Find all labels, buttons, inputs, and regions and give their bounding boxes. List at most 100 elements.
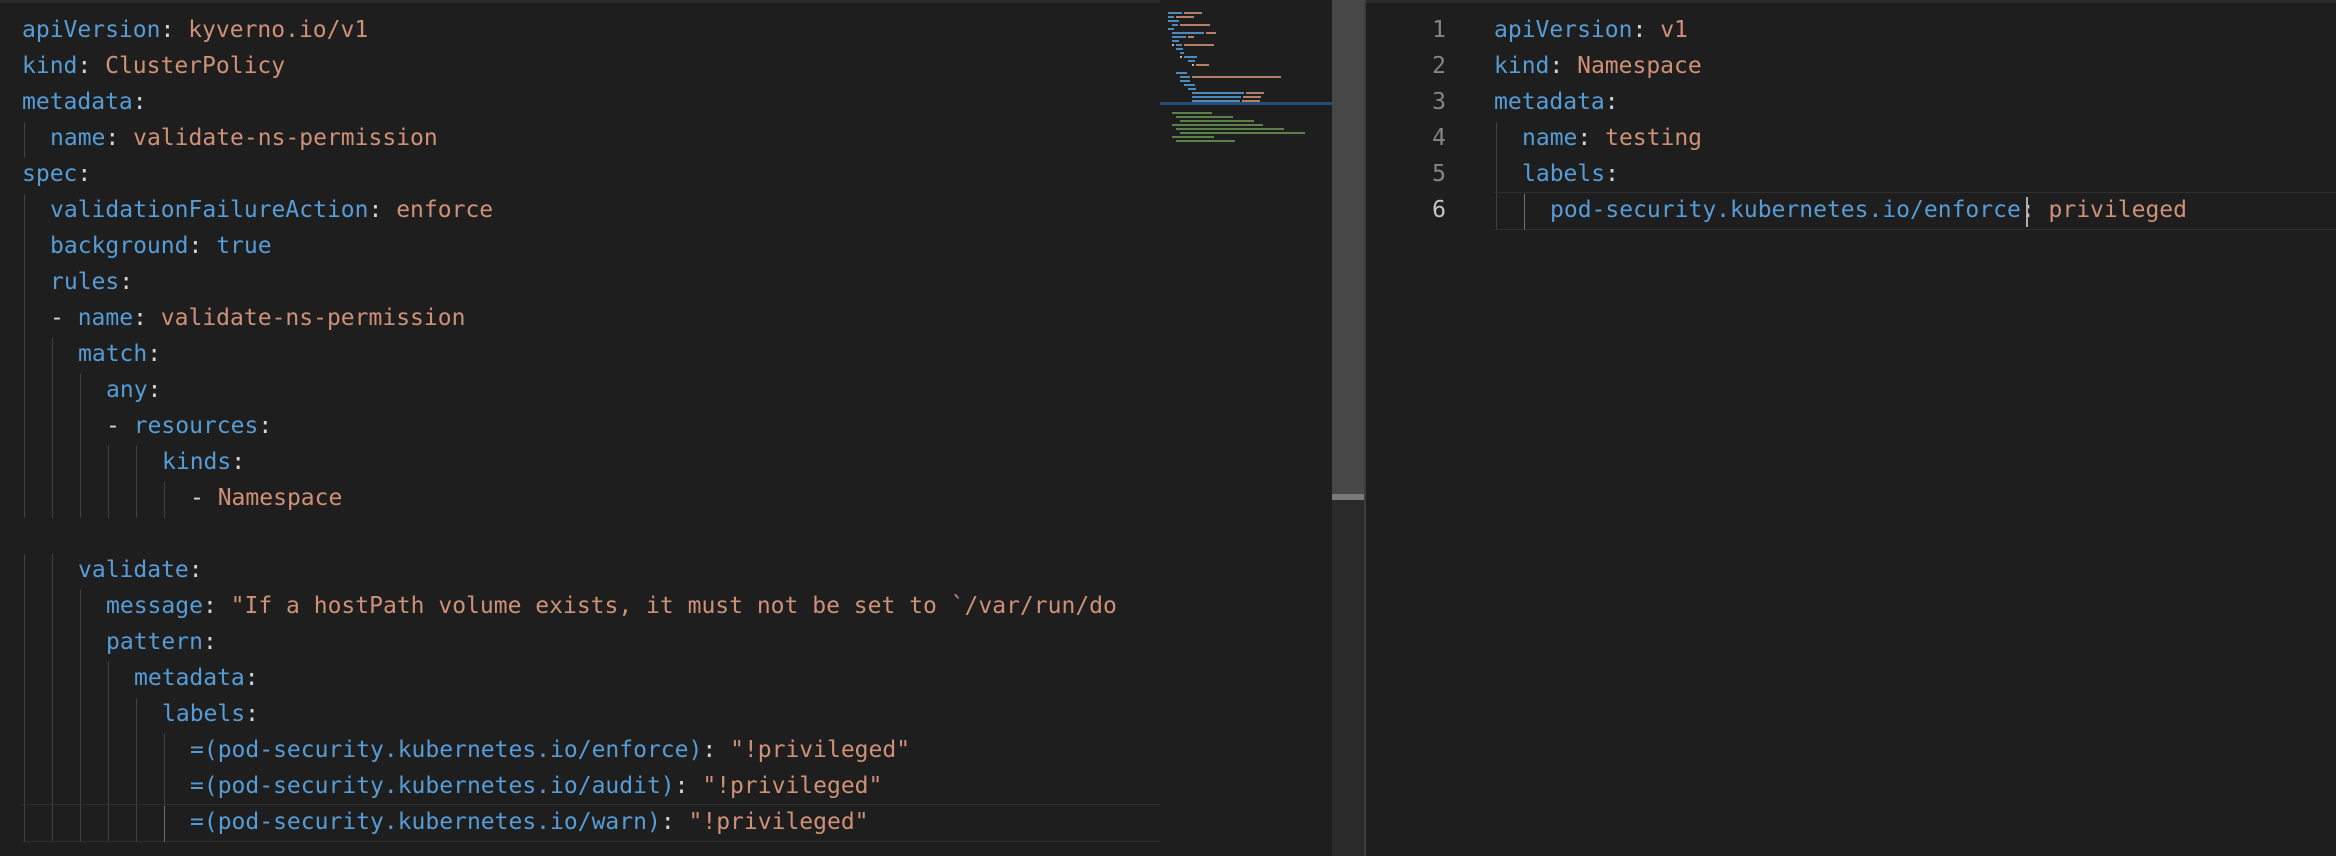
indent-guide [52,590,53,626]
code-text: - resources: [22,408,272,444]
minimap-token [1168,16,1174,18]
minimap-token [1192,92,1244,94]
code-line[interactable]: =(pod-security.kubernetes.io/audit): "!p… [0,768,1160,804]
code-line[interactable]: 1 apiVersion: v1 [1366,12,2336,48]
indent-guide [24,410,25,446]
indent-guide [24,266,25,302]
indent-guide [24,122,25,158]
indent-guide [52,626,53,662]
minimap-token [1188,36,1194,38]
minimap-token [1176,44,1182,46]
code-line[interactable]: validationFailureAction: enforce [0,192,1160,228]
yaml-key: metadata [22,89,133,115]
code-line[interactable] [0,516,1160,552]
minimap-token [1176,128,1284,130]
code-line[interactable]: pattern: [0,624,1160,660]
vertical-scrollbar[interactable] [1332,0,1364,856]
indent-guide [1524,194,1525,230]
indent-guide [136,770,137,806]
indent-guide [52,662,53,698]
code-line[interactable]: validate: [0,552,1160,588]
code-text: labels: [22,696,259,732]
code-line[interactable]: 4 name: testing [1366,120,2336,156]
colon: : [702,737,731,763]
code-line[interactable]: any: [0,372,1160,408]
code-text: metadata: [22,660,259,696]
code-line[interactable]: - resources: [0,408,1160,444]
yaml-key: apiVersion [22,17,161,43]
minimap[interactable] [1160,0,1332,856]
minimap-token [1180,80,1190,82]
yaml-key: metadata [1494,89,1605,115]
code-line[interactable]: 5 labels: [1366,156,2336,192]
yaml-key: labels [162,701,246,727]
indent-guide [24,446,25,482]
line-number: 5 [1432,161,1446,187]
code-line[interactable]: metadata: [0,84,1160,120]
yaml-value: testing [1605,125,1703,151]
colon: : [244,665,259,691]
indent-guide [1496,122,1497,158]
code-line[interactable]: kinds: [0,444,1160,480]
code-text: apiVersion: kyverno.io/v1 [22,12,368,48]
minimap-token [1192,96,1241,98]
code-line[interactable]: 3 metadata: [1366,84,2336,120]
code-line[interactable]: rules: [0,264,1160,300]
minimap-token [1192,64,1194,66]
code-line[interactable]: name: validate-ns-permission [0,120,1160,156]
indent-guide [52,374,53,410]
indent-guide [80,770,81,806]
code-line[interactable]: apiVersion: kyverno.io/v1 [0,12,1160,48]
minimap-token [1180,76,1190,78]
code-line[interactable]: metadata: [0,660,1160,696]
code-line[interactable]: 6 pod-security.kubernetes.io/enforce: pri… [1366,192,2336,228]
code-text: spec: [22,156,91,192]
minimap-token [1184,56,1197,58]
code-line[interactable]: labels: [0,696,1160,732]
line-number: 4 [1432,125,1446,151]
code-text: - name: validate-ns-permission [22,300,465,336]
indent-guide [80,590,81,626]
colon: : [231,449,246,475]
code-text: kind: Namespace [1494,48,1702,84]
minimap-token [1176,48,1183,50]
code-line[interactable]: spec: [0,156,1160,192]
list-dash: - [190,485,218,511]
code-text: apiVersion: v1 [1494,12,1688,48]
code-line[interactable]: kind: ClusterPolicy [0,48,1160,84]
code-text: - Namespace [22,480,342,516]
right-editor[interactable]: 1 apiVersion: v1 2 kind: Namespace 3 metadata… [1366,0,2336,856]
line-number: 3 [1432,89,1446,115]
yaml-value: kyverno.io/v1 [188,17,369,43]
colon: : [147,377,162,403]
code-line[interactable]: background: true [0,228,1160,264]
yaml-value: validate-ns-permission [160,305,466,331]
colon: : [1605,161,1619,187]
code-line[interactable]: 2 kind: Namespace [1366,48,2336,84]
minimap-token [1206,32,1216,34]
yaml-key: labels [1522,161,1606,187]
colon: : [245,701,259,727]
colon: : [674,773,703,799]
left-editor[interactable]: apiVersion: kyverno.io/v1 kind: ClusterPo… [0,0,1160,856]
code-line[interactable]: - name: validate-ns-permission [0,300,1160,336]
scrollbar-thumb[interactable] [1332,0,1364,500]
code-text: any: [22,372,161,408]
minimap-token [1172,32,1205,34]
yaml-key: rules [50,269,120,295]
code-line[interactable]: message: "If a hostPath volume exists, i… [0,588,1160,624]
indent-guide [108,806,109,842]
indent-guide [24,626,25,662]
minimap-token [1180,120,1254,122]
colon: : [105,125,134,151]
yaml-key: resources [133,413,259,439]
indent-guide [52,338,53,374]
code-line[interactable]: match: [0,336,1160,372]
code-line[interactable]: - Namespace [0,480,1160,516]
colon: : [2020,197,2049,223]
code-line[interactable]: =(pod-security.kubernetes.io/enforce): "… [0,732,1160,768]
indent-guide [80,626,81,662]
code-line[interactable]: =(pod-security.kubernetes.io/warn): "!pr… [0,804,1160,840]
minimap-token [1172,24,1178,26]
code-text: kinds: [22,444,245,480]
